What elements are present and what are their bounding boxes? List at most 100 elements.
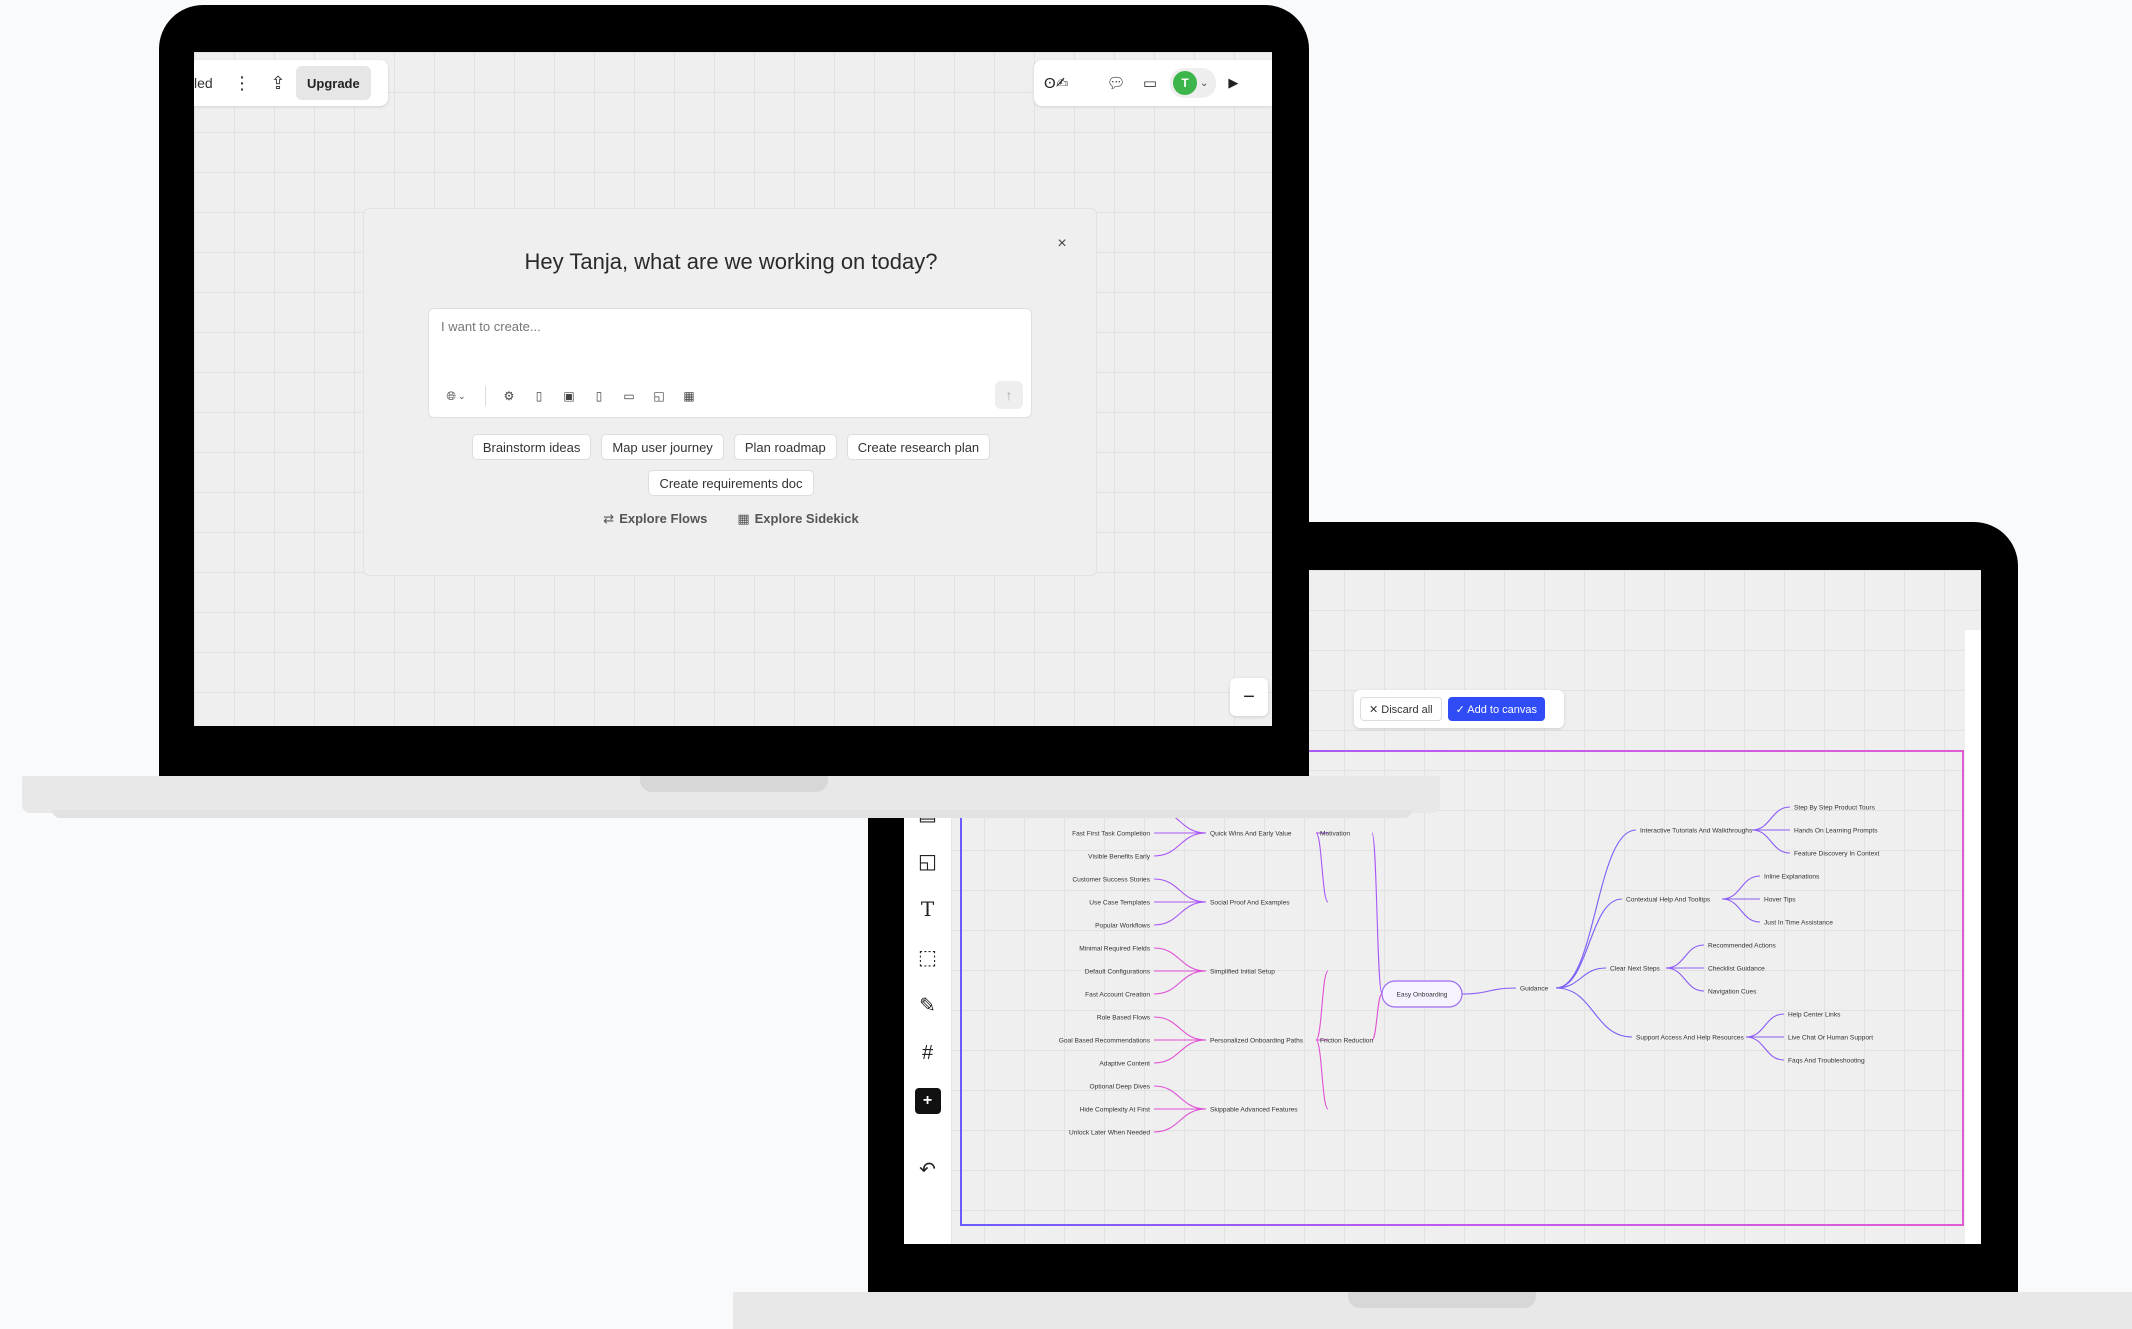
mindmap-link: [1665, 944, 1705, 969]
mindmap-branch[interactable]: Guidance: [1520, 985, 1549, 992]
mindmap-branch-child[interactable]: Social Proof And Examples: [1210, 899, 1290, 906]
laptop-1-canvas[interactable]: led ⋮ ⇪ Upgrade ʘ ✍ 💬︎ ▭ T ⌄ ▶ Hey Tanja…: [194, 52, 1272, 726]
mindmap-branch[interactable]: Friction Reduction: [1320, 1037, 1373, 1044]
mobile-icon[interactable]: ▯: [588, 385, 610, 407]
video-call-icon[interactable]: ▭: [1136, 65, 1164, 101]
divider: [485, 386, 486, 406]
mindmap-link: [1555, 967, 1607, 989]
mindmap-link: [1555, 829, 1637, 989]
mindmap-link: [1315, 832, 1329, 903]
mindmap[interactable]: Easy OnboardingSuccess MessagesImmediate…: [960, 750, 1964, 1226]
prompt-input[interactable]: [441, 319, 1001, 334]
mindmap-link: [1315, 1039, 1329, 1110]
mindmap-leaf[interactable]: Use Case Templates: [1089, 899, 1150, 906]
comment-icon[interactable]: 💬︎: [1102, 65, 1130, 101]
prototype-icon[interactable]: ▭: [618, 385, 640, 407]
chip-plan-roadmap[interactable]: Plan roadmap: [733, 434, 837, 460]
mindmap-link: [1555, 898, 1623, 989]
explore-flows-link[interactable]: ⇄ Explore Flows: [603, 511, 707, 527]
undo-icon[interactable]: ↶: [915, 1156, 941, 1182]
mindmap-branch-child[interactable]: Quick Wins And Early Value: [1210, 830, 1292, 837]
chip-create-research-plan[interactable]: Create research plan: [846, 434, 991, 460]
mindmap-link: [1153, 947, 1207, 972]
mindmap-branch-child[interactable]: Interactive Tutorials And Walkthroughs: [1640, 827, 1753, 834]
doc-icon[interactable]: ▯: [528, 385, 550, 407]
chip-brainstorm-ideas[interactable]: Brainstorm ideas: [471, 434, 592, 460]
collaborators-menu[interactable]: T ⌄: [1170, 68, 1217, 98]
mindmap-link: [1153, 1108, 1207, 1133]
greeting-heading: Hey Tanja, what are we working on today?: [524, 249, 938, 274]
upgrade-button[interactable]: Upgrade: [296, 66, 371, 100]
mindmap-leaf[interactable]: Checklist Guidance: [1708, 965, 1765, 972]
mindmap-branch-child[interactable]: Contextual Help And Tooltips: [1626, 896, 1711, 903]
mindmap-link: [1461, 987, 1517, 995]
table-icon[interactable]: ▦: [678, 385, 700, 407]
mindmap-leaf[interactable]: Fast First Task Completion: [1072, 830, 1150, 837]
upload-icon[interactable]: ⇪: [260, 65, 296, 101]
mindmap-leaf[interactable]: Fast Account Creation: [1085, 991, 1150, 998]
chip-map-user-journey[interactable]: Map user journey: [601, 434, 724, 460]
pen-icon[interactable]: ✎: [915, 992, 941, 1018]
mindmap-leaf[interactable]: Navigation Cues: [1708, 988, 1757, 995]
mindmap-leaf[interactable]: Visible Benefits Early: [1088, 853, 1151, 860]
add-more-icon[interactable]: +: [914, 1088, 941, 1114]
mindmap-leaf[interactable]: Role Based Flows: [1097, 1014, 1151, 1021]
laptop-1-base-edge: [52, 810, 1412, 818]
mindmap-leaf[interactable]: Customer Success Stories: [1072, 876, 1150, 883]
mindmap-leaf[interactable]: Hover Tips: [1764, 896, 1796, 903]
mindmap-leaf[interactable]: Hands On Learning Prompts: [1794, 827, 1878, 834]
sticky-icon[interactable]: ◱: [648, 385, 670, 407]
mindmap-link: [1371, 832, 1383, 995]
close-icon[interactable]: ×: [1052, 235, 1072, 255]
laptop-2-notch: [1348, 1292, 1536, 1308]
top-left-toolbar: led ⋮ ⇪ Upgrade: [194, 60, 388, 106]
flow-icon[interactable]: ⚙︎: [498, 385, 520, 407]
mindmap-leaf[interactable]: Step By Step Product Tours: [1794, 804, 1876, 811]
mindmap-leaf[interactable]: Feature Discovery In Context: [1794, 850, 1880, 857]
mindmap-branch-child[interactable]: Skippable Advanced Features: [1210, 1106, 1298, 1113]
zoom-out-button[interactable]: −: [1230, 678, 1268, 716]
discard-all-button[interactable]: ✕ Discard all: [1360, 697, 1442, 721]
add-to-canvas-button[interactable]: ✓ Add to canvas: [1447, 697, 1546, 721]
mindmap-leaf[interactable]: Default Configurations: [1085, 968, 1151, 975]
mindmap-leaf[interactable]: Live Chat Or Human Support: [1788, 1034, 1873, 1041]
chip-create-requirements-doc[interactable]: Create requirements doc: [648, 470, 814, 496]
mindmap-leaf[interactable]: Unlock Later When Needed: [1069, 1129, 1150, 1136]
mindmap-leaf[interactable]: Goal Based Recommendations: [1059, 1037, 1151, 1044]
language-globe-icon[interactable]: 🌐︎ ⌄: [439, 385, 473, 407]
frame-icon[interactable]: #: [915, 1040, 941, 1066]
more-vertical-icon[interactable]: ⋮: [224, 65, 260, 101]
mindmap-leaf[interactable]: Faqs And Troubleshooting: [1788, 1057, 1865, 1064]
mindmap-branch[interactable]: Motivation: [1320, 830, 1350, 837]
sticky-note-icon[interactable]: ◱: [915, 848, 941, 874]
text-tool-icon[interactable]: T: [915, 896, 941, 922]
mindmap-branch-child[interactable]: Simplified Initial Setup: [1210, 968, 1275, 975]
present-icon[interactable]: ▶: [1228, 75, 1238, 91]
mindmap-link: [1153, 1016, 1207, 1041]
mindmap-link: [1315, 970, 1329, 1041]
reactions-icon[interactable]: ʘ ✍: [1044, 74, 1096, 92]
board-title[interactable]: led: [194, 75, 218, 91]
mindmap-leaf[interactable]: Help Center Links: [1788, 1011, 1841, 1018]
mindmap-leaf[interactable]: Just In Time Assistance: [1764, 919, 1833, 926]
mindmap-leaf[interactable]: Recommended Actions: [1708, 942, 1777, 949]
explore-sidekick-link[interactable]: ▦ Explore Sidekick: [737, 511, 858, 527]
shapes-icon[interactable]: ⬚: [915, 944, 941, 970]
prompt-tools: 🌐︎ ⌄ ⚙︎ ▯ ▣ ▯ ▭ ◱ ▦: [439, 385, 700, 407]
mindmap-leaf[interactable]: Hide Complexity At First: [1080, 1106, 1151, 1113]
mindmap-leaf[interactable]: Minimal Required Fields: [1079, 945, 1150, 952]
mindmap-leaf[interactable]: Popular Workflows: [1095, 922, 1151, 929]
mindmap-root-label[interactable]: Easy Onboarding: [1397, 991, 1448, 998]
mindmap-leaf[interactable]: Inline Explanations: [1764, 873, 1820, 880]
mindmap-link: [1665, 967, 1705, 992]
mindmap-branch-child[interactable]: Personalized Onboarding Paths: [1210, 1037, 1304, 1044]
mindmap-leaf[interactable]: Adaptive Content: [1099, 1060, 1150, 1067]
mindmap-link: [1153, 878, 1207, 903]
mindmap-leaf[interactable]: Optional Deep Dives: [1090, 1083, 1151, 1090]
mindmap-link: [1721, 875, 1761, 900]
image-icon[interactable]: ▣: [558, 385, 580, 407]
mindmap-branch-child[interactable]: Clear Next Steps: [1610, 965, 1661, 972]
mindmap-branch-child[interactable]: Support Access And Help Resources: [1636, 1034, 1744, 1041]
send-arrow-icon[interactable]: ↑: [995, 381, 1023, 409]
prompt-box: 🌐︎⌄ ⚙︎ ▯ ▣ ▯ ▭ ◱ ▦ ↑: [428, 308, 1032, 418]
